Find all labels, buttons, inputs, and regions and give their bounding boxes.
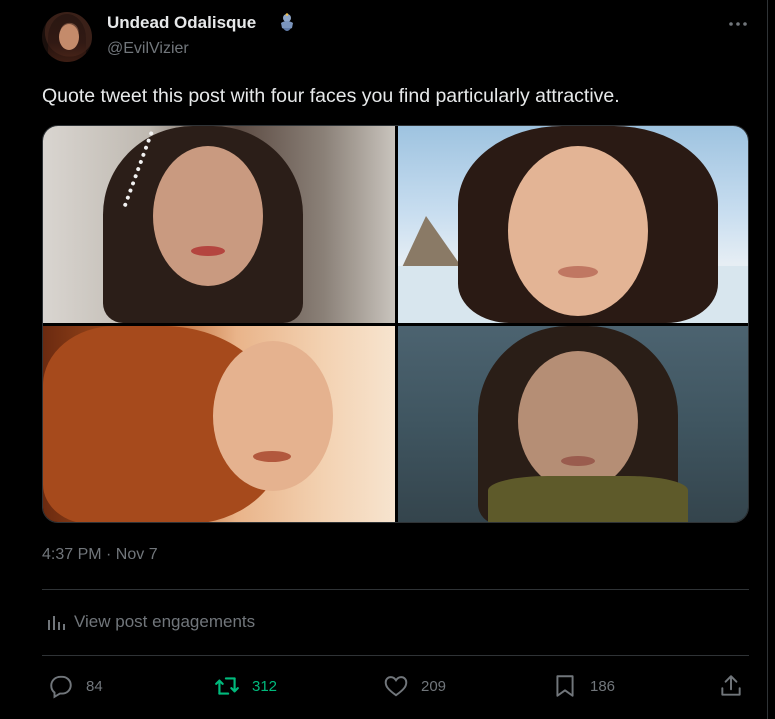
photo-2-face xyxy=(508,146,648,316)
like-button[interactable]: 209 xyxy=(383,672,446,700)
retweet-count: 312 xyxy=(252,677,278,695)
column-border xyxy=(767,0,768,719)
retweet-button[interactable]: 312 xyxy=(214,672,277,700)
media-photo-3[interactable] xyxy=(43,326,395,522)
divider xyxy=(42,589,749,590)
media-photo-4[interactable] xyxy=(398,326,748,522)
reply-button[interactable]: 84 xyxy=(48,672,103,700)
photo-3-face xyxy=(213,341,333,491)
media-photo-1[interactable] xyxy=(43,126,395,323)
avatar-face xyxy=(59,24,79,50)
more-options-icon[interactable] xyxy=(726,14,750,34)
like-count: 209 xyxy=(421,677,447,695)
photo-4-lips xyxy=(561,456,595,466)
bookmark-button[interactable]: 186 xyxy=(552,672,615,700)
divider xyxy=(42,655,749,656)
photo-1-lips xyxy=(191,246,225,256)
photo-4-face xyxy=(518,351,638,491)
photo-4-jacket xyxy=(488,476,688,522)
media-grid xyxy=(42,125,749,523)
media-photo-2[interactable] xyxy=(398,126,748,323)
genie-emoji-icon xyxy=(281,13,293,31)
share-button[interactable] xyxy=(718,672,744,700)
reply-icon xyxy=(50,675,72,699)
post-timestamp[interactable]: 4:37 PM · Nov 7 xyxy=(42,546,158,564)
avatar[interactable] xyxy=(42,12,92,62)
photo-2-lips xyxy=(558,266,598,278)
display-name[interactable]: Undead Odalisque xyxy=(107,13,256,33)
handle[interactable]: @EvilVizier xyxy=(107,40,189,58)
share-icon xyxy=(721,675,741,696)
view-engagements-link[interactable]: View post engagements xyxy=(42,610,255,634)
bar-chart-icon xyxy=(48,616,65,630)
view-engagements-label: View post engagements xyxy=(74,612,256,631)
reply-count: 84 xyxy=(86,677,103,695)
post-text: Quote tweet this post with four faces yo… xyxy=(42,85,620,107)
heart-icon xyxy=(384,676,408,697)
retweet-icon xyxy=(215,677,239,695)
photo-3-lips xyxy=(253,451,291,462)
bookmark-icon xyxy=(556,675,574,697)
bookmark-count: 186 xyxy=(590,677,616,695)
